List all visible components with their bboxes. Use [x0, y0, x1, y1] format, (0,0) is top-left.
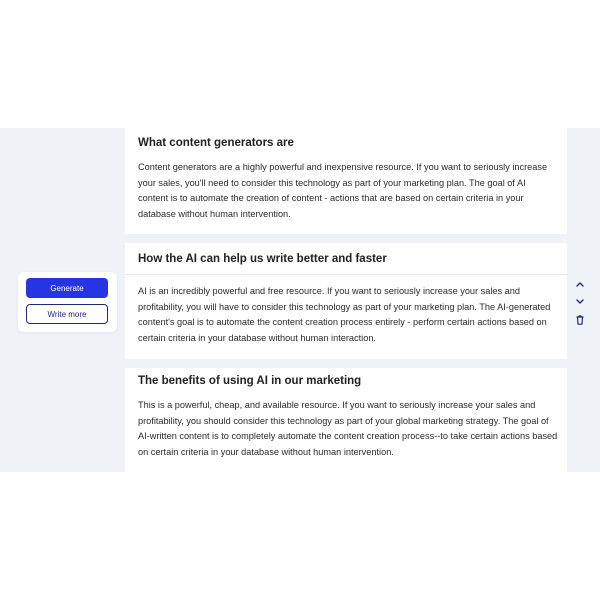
- content-section-selected[interactable]: How the AI can help us write better and …: [125, 243, 567, 359]
- delete-section-button[interactable]: [574, 314, 586, 326]
- section-controls: [572, 278, 588, 328]
- move-down-button[interactable]: [574, 296, 586, 308]
- chevron-down-icon: [576, 299, 584, 305]
- content-section[interactable]: The benefits of using AI in our marketin…: [125, 368, 567, 472]
- chevron-up-icon: [576, 281, 584, 287]
- trash-icon: [576, 315, 584, 325]
- section-body: This is a powerful, cheap, and available…: [138, 400, 558, 457]
- section-title: The benefits of using AI in our marketin…: [138, 375, 362, 387]
- action-panel: Generate Write more: [18, 272, 117, 332]
- section-title: How the AI can help us write better and …: [138, 253, 387, 265]
- section-body: Content generators are a highly powerful…: [138, 162, 548, 219]
- content-section[interactable]: What content generators are Content gene…: [125, 128, 567, 234]
- section-body: AI is an incredibly powerful and free re…: [138, 286, 551, 343]
- generate-button[interactable]: Generate: [26, 278, 108, 298]
- write-more-button[interactable]: Write more: [26, 304, 108, 324]
- editor-workspace: Generate Write more What content generat…: [0, 128, 600, 472]
- section-divider: [125, 274, 567, 275]
- move-up-button[interactable]: [574, 278, 586, 290]
- section-title: What content generators are: [138, 137, 294, 149]
